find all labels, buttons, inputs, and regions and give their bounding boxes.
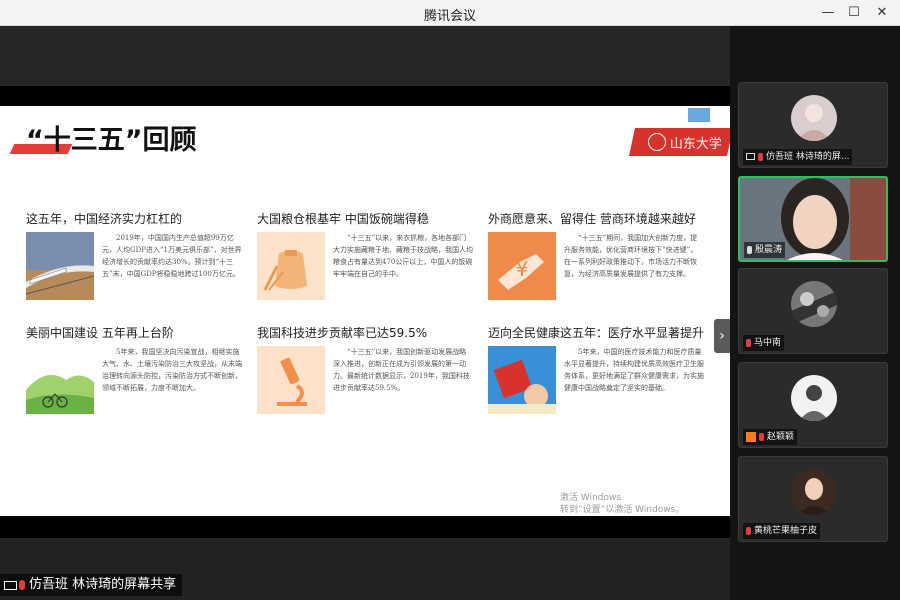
card-title: 迈向全民健康这五年：医疗水平显著提升 [488, 326, 705, 340]
card-title: 外商愿意来、留得住 营商环境越来越好 [488, 212, 696, 226]
participant-name: 殷晨涛 [755, 245, 783, 255]
watermark-line-2: 转到“设置”以激活 Windows。 [560, 505, 685, 515]
mic-muted-icon [759, 432, 764, 441]
monitor-icon [4, 580, 17, 590]
landscape-icon [26, 346, 94, 414]
shared-slide: “十三五”回顾 山东大学 这五年，中国经济实力杠杠的 2019年，中国国内生产总… [0, 106, 730, 516]
mic-icon [747, 245, 752, 254]
card-body: “十三五”以来，来衣抓粮，各地各部门大力实施藏粮于地、藏粮于技战略，我国人均粮食… [333, 234, 473, 278]
card-body: “十三五”期间，我国加大创新力度，提升服务效能，优化营商环境按下“快进键”，在一… [564, 234, 698, 278]
avatar [791, 281, 837, 327]
close-button[interactable]: ✕ [872, 3, 892, 23]
card-title: 这五年，中国经济实力杠杠的 [26, 212, 183, 226]
participant-tile[interactable]: 黄桃芒果柚子皮 [738, 456, 888, 542]
mic-muted-icon [19, 580, 25, 590]
host-icon [746, 431, 756, 442]
card-title: 大国粮仓根基牢 中国饭碗端得稳 [257, 212, 429, 226]
participant-name: 赵颖颖 [767, 432, 795, 442]
participant-tile-speaking[interactable]: 殷晨涛 [738, 176, 888, 262]
chevron-right-icon[interactable]: › [714, 319, 730, 353]
maximize-button[interactable]: ☐ [844, 3, 864, 23]
slide-corner-icon [688, 108, 710, 122]
grain-sack-icon [257, 232, 325, 300]
svg-text:¥: ¥ [516, 257, 529, 281]
yuan-hand-icon: ¥ [488, 232, 556, 300]
slide-heading: “十三五”回顾 [26, 125, 197, 156]
slide-card-economy: 这五年，中国经济实力杠杠的 2019年，中国国内生产总值超99万亿元，人均GDP… [26, 210, 246, 315]
participant-name: 仿吾班 林诗琦的屏... [766, 152, 850, 162]
seal-icon [648, 133, 666, 151]
slide-card-business: 外商愿意来、留得住 营商环境越来越好 ¥ “十三五”期间，我国加大创新力度，提升… [488, 210, 708, 315]
monitor-icon [746, 153, 755, 160]
activation-watermark: 激活 Windows 转到“设置”以激活 Windows。 [560, 492, 684, 516]
avatar [791, 375, 837, 421]
card-body: 5年来，我国坚决向污染宣战，相继实施大气、水、土壤污染防治三大攻坚战，从末端治理… [102, 348, 242, 392]
participant-name: 马中南 [754, 338, 782, 348]
share-label-text: 仿吾班 林诗琦的屏幕共享 [29, 577, 177, 592]
card-title: 我国科技进步贡献率已达59.5% [257, 326, 428, 340]
minimize-button[interactable]: — [818, 3, 838, 23]
slide-card-environment: 美丽中国建设 五年再上台阶 5年来，我国坚决向污染宣战，相继实施大气、水、土壤污… [26, 324, 246, 429]
avatar [791, 95, 837, 141]
university-logo: 山东大学 [629, 128, 730, 156]
slide-card-grain: 大国粮仓根基牢 中国饭碗端得稳 “十三五”以来，来衣抓粮，各地各部门大力实施藏粮… [257, 210, 477, 315]
participant-sidebar: 仿吾班 林诗琦的屏... 殷晨涛 马中南 赵颖颖 黄桃芒果柚子皮 [730, 26, 900, 600]
card-body: 5年来，中国的医疗技术能力和医疗质量水平显著提升，持续构建优质高效医疗卫生服务体… [564, 348, 704, 392]
window-title: 腾讯会议 [423, 9, 476, 24]
logo-text: 山东大学 [669, 137, 722, 152]
title-bar: 腾讯会议 — ☐ ✕ [0, 0, 900, 26]
watermark-line-1: 激活 Windows [560, 493, 622, 503]
slide-card-health: 迈向全民健康这五年：医疗水平显著提升 5年来，中国的医疗技术能力和医疗质量水平显… [488, 324, 708, 429]
train-photo-icon [26, 232, 94, 300]
card-title: 美丽中国建设 五年再上台阶 [26, 326, 174, 340]
screen-share-label: 仿吾班 林诗琦的屏幕共享 [0, 574, 183, 596]
mic-muted-icon [746, 526, 751, 535]
participant-name: 黄桃芒果柚子皮 [754, 526, 818, 536]
mic-muted-icon [758, 152, 763, 161]
mic-muted-icon [746, 338, 751, 347]
screen-share-area: “十三五”回顾 山东大学 这五年，中国经济实力杠杠的 2019年，中国国内生产总… [0, 26, 730, 600]
slide-card-technology: 我国科技进步贡献率已达59.5% “十三五”以来，我国创新驱动发展战略深入推进，… [257, 324, 477, 429]
meeting-window: 腾讯会议 — ☐ ✕ “十三五”回顾 山东大学 这五年，中国经济实力杠杠的 20… [0, 0, 900, 600]
participant-tile[interactable]: 仿吾班 林诗琦的屏... [738, 82, 888, 168]
card-body: 2019年，中国国内生产总值超99万亿元，人均GDP进入“1万美元俱乐部”，对世… [102, 234, 242, 278]
card-body: “十三五”以来，我国创新驱动发展战略深入推进，创新正在成为引领发展的第一动力。最… [333, 348, 470, 392]
participant-tile[interactable]: 马中南 [738, 268, 888, 354]
microscope-icon [257, 346, 325, 414]
participant-tile[interactable]: 赵颖颖 [738, 362, 888, 448]
avatar [791, 469, 837, 515]
health-poster-icon [488, 346, 556, 414]
